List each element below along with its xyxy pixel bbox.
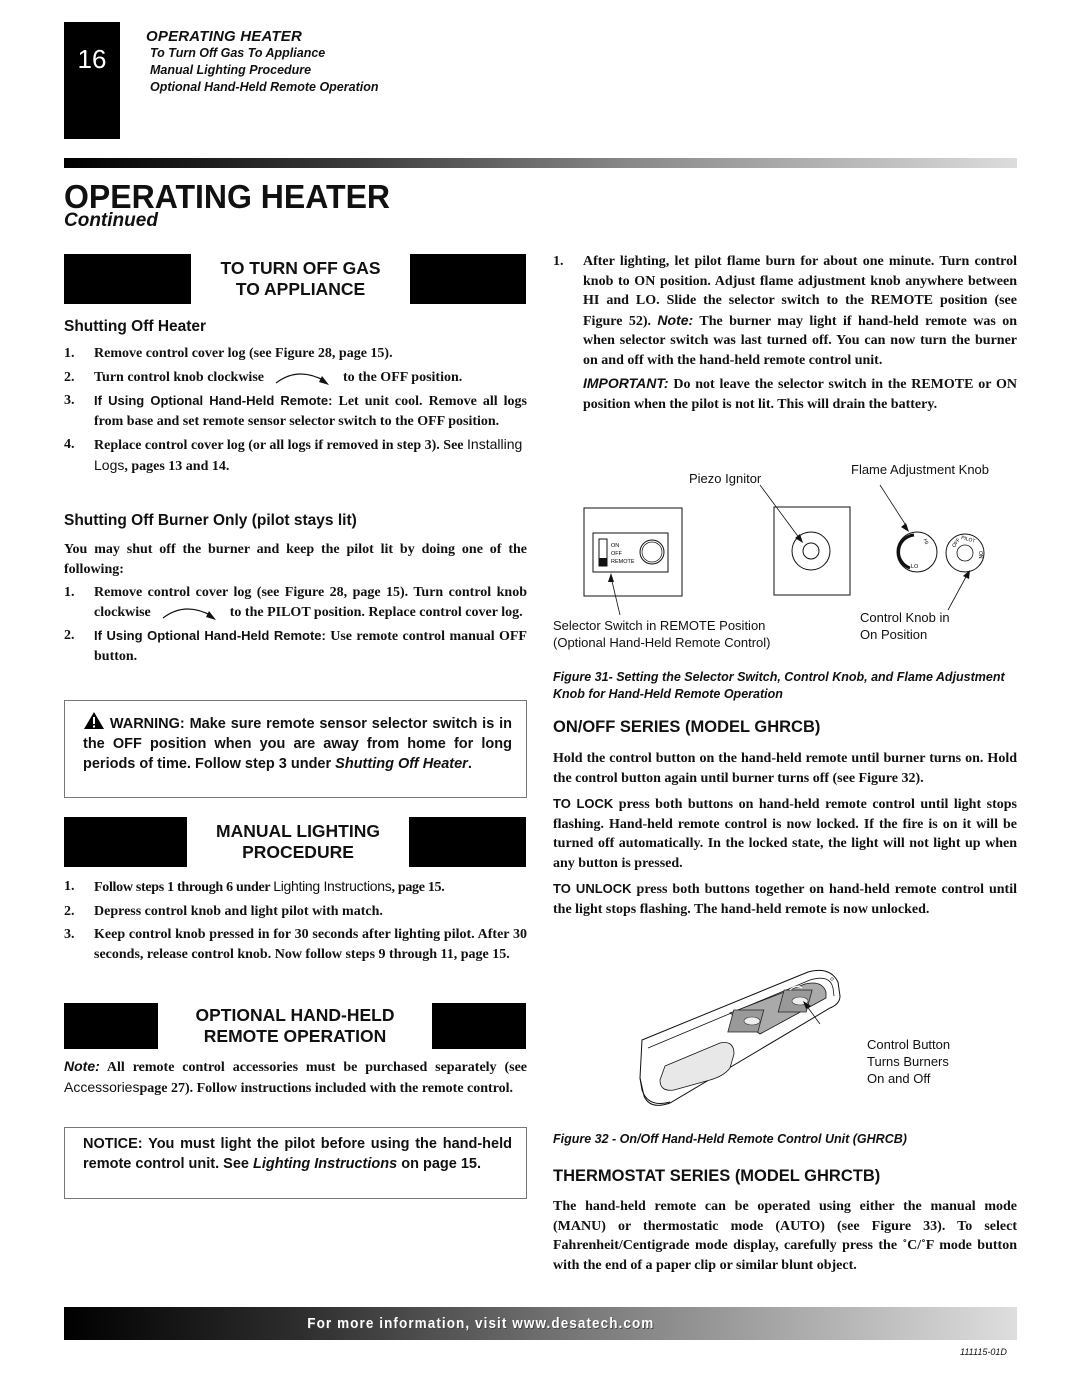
warning-label: WARNING: — [109, 716, 185, 732]
notice-box: NOTICE: You must light the pilot before … — [64, 1127, 527, 1199]
page-subtitle: Continued — [64, 210, 158, 231]
header-block-left — [64, 817, 187, 867]
switch-label-on: ON — [611, 543, 619, 549]
thermostat-paragraph: The hand-held remote can be operated usi… — [553, 1199, 1017, 1273]
intro-paragraph: You may shut off the burner and keep the… — [64, 542, 527, 577]
section-toc: OPERATING HEATER To Turn Off Gas To Appl… — [146, 28, 379, 96]
subsection-title-shutting-off-heater: Shutting Off Heater — [64, 318, 207, 335]
manual-lighting-steps: 1. Follow steps 1 through 6 under Lighti… — [64, 877, 527, 968]
switch-label-remote: REMOTE — [611, 559, 635, 565]
paragraph: TO UNLOCK press both buttons together on… — [553, 881, 1017, 917]
header-block-right — [410, 254, 526, 304]
paragraph: TO LOCK press both buttons on hand-held … — [553, 796, 1017, 871]
list-item: 2. If Using Optional Hand-Held Remote: U… — [64, 628, 527, 664]
label-piezo-ignitor: Piezo Ignitor — [689, 471, 762, 486]
figure-32-caption: Figure 32 - On/Off Hand-Held Remote Cont… — [553, 1132, 907, 1146]
toc-item: To Turn Off Gas To Appliance — [150, 46, 326, 60]
section-header-remote-operation: OPTIONAL HAND-HELD REMOTE OPERATION — [64, 1001, 526, 1051]
document-number: 111115-01D — [960, 1347, 1007, 1357]
clockwise-arrow-icon — [162, 608, 217, 621]
clockwise-arrow-icon — [276, 373, 330, 386]
label-flame-adjustment-knob: Flame Adjustment Knob — [851, 462, 990, 477]
header-block-left — [64, 1003, 158, 1049]
list-item: 1. Remove control cover log (see Figure 2… — [64, 346, 393, 361]
header-block-right — [432, 1003, 526, 1049]
important-label: IMPORTANT: — [583, 375, 669, 391]
warning-triangle-icon — [84, 712, 104, 729]
paragraph: Hold the control button on the hand-held… — [553, 751, 1017, 786]
figure-31-caption: Figure 31- Setting the Selector Switch, … — [553, 670, 1005, 701]
list-item: 3. If Using Optional Hand-Held Remote: L… — [64, 393, 527, 429]
toc-item: Manual Lighting Procedure — [150, 63, 312, 77]
list-item: 2. Turn control knob clockwise to the OF… — [64, 369, 463, 386]
lock-label: TO LOCK — [553, 796, 614, 811]
note-label: Note: — [657, 311, 694, 328]
knob-label-hi: HI — [921, 538, 929, 546]
section-header-label: OPTIONAL HAND-HELD REMOTE OPERATION — [195, 1005, 395, 1046]
page-number-tab: 16 — [64, 22, 120, 139]
list-item: 1. Remove control cover log (see Figure … — [64, 585, 527, 621]
section-header-manual-lighting: MANUAL LIGHTING PROCEDURE — [64, 817, 526, 867]
onoff-section: Hold the control button on the hand-held… — [553, 749, 1017, 919]
section-title-thermostat-series: THERMOSTAT SERIES (MODEL GHRCTB) — [553, 1167, 881, 1185]
label-control-button: Control Button Turns Burners On and Off — [867, 1037, 951, 1086]
control-knob: OFF PILOT ON — [945, 533, 985, 611]
unlock-label: TO UNLOCK — [553, 881, 632, 896]
label-selector-switch: Selector Switch in REMOTE Position (Optio… — [553, 618, 771, 650]
section-header-label: TO TURN OFF GAS TO APPLIANCE — [220, 258, 381, 299]
toc-section-title: OPERATING HEATER — [146, 28, 302, 45]
cross-reference: Lighting Instructions — [273, 878, 392, 894]
cross-reference: Shutting Off Heater — [335, 756, 468, 772]
header-block-right — [409, 817, 526, 867]
shutting-off-heater-steps: 1. Remove control cover log (see Figure 2… — [64, 344, 527, 480]
section-header-label: MANUAL LIGHTING PROCEDURE — [216, 821, 380, 862]
warning-box: WARNING: Make sure remote sensor selecto… — [64, 700, 527, 798]
remote-note: Note: All remote control accessories mus… — [64, 1058, 527, 1096]
page-number: 16 — [77, 44, 107, 74]
section-title-onoff-series: ON/OFF SERIES (MODEL GHRCB) — [553, 718, 821, 736]
knob-label-lo: LO — [911, 564, 919, 570]
cross-reference: Lighting Instructions — [253, 1156, 398, 1172]
list-item: 4. Replace control cover log (or all log… — [64, 436, 523, 474]
piezo-ignitor-panel — [759, 484, 851, 596]
note-label: Note: — [64, 1058, 100, 1074]
section-header-turn-off-gas: TO TURN OFF GAS TO APPLIANCE — [64, 254, 526, 304]
remote-step-1: 1. After lighting, let pilot flame burn … — [553, 252, 1017, 418]
burner-only-section: You may shut off the burner and keep the… — [64, 540, 527, 670]
figure-32-remote-illustration — [639, 969, 841, 1106]
footer-banner: For more information, visit www.desatech… — [64, 1307, 1017, 1340]
list-item: 1. Follow steps 1 through 6 under Lighti… — [64, 878, 445, 895]
flame-adjustment-knob: HI LO — [879, 484, 938, 573]
header-block-left — [64, 254, 191, 304]
toc-item: Optional Hand-Held Remote Operation — [150, 80, 379, 94]
list-item: 3. Keep control knob pressed in for 30 se… — [64, 927, 527, 962]
subsection-title-burner-only: Shutting Off Burner Only (pilot stays li… — [64, 512, 357, 529]
cross-reference: Accessories — [64, 1078, 140, 1095]
knob-label-on: ON — [977, 551, 983, 559]
gradient-divider — [64, 158, 1017, 168]
selector-switch-panel: ON OFF REMOTE — [583, 507, 683, 616]
list-item: 2. Depress control knob and light pilot w… — [64, 903, 383, 919]
switch-label-off: OFF — [611, 551, 623, 557]
list-item: 1. After lighting, let pilot flame burn … — [553, 254, 1017, 412]
footer-website-link[interactable]: For more information, visit www.desatech… — [307, 1315, 654, 1332]
label-control-knob: Control Knob in On Position — [860, 610, 950, 642]
